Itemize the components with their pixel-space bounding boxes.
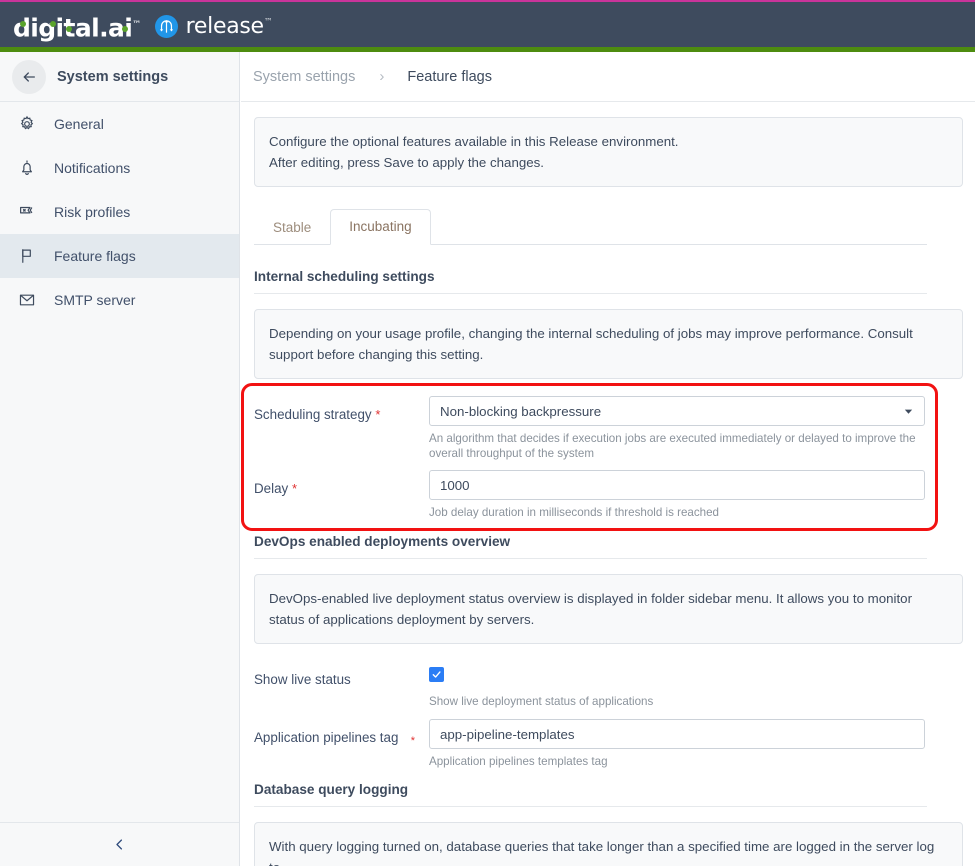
delay-value: 1000 — [440, 477, 470, 493]
product-text: release — [185, 14, 264, 40]
breadcrumb: System settings › Feature flags — [241, 52, 975, 102]
application-pipelines-tag-hint: Application pipelines templates tag — [429, 755, 608, 768]
brand-logo[interactable]: digital.ai™ release™ — [13, 10, 273, 43]
product-wordmark: release™ — [186, 14, 273, 39]
envelope-icon — [18, 291, 42, 309]
product-trademark: ™ — [263, 17, 273, 28]
sidebar-item-risk-profiles[interactable]: Risk profiles — [0, 190, 239, 234]
logo-dot-3 — [66, 26, 72, 32]
scheduling-info-box: Depending on your usage profile, changin… — [254, 309, 963, 379]
section-title-database-query-logging: Database query logging — [254, 782, 927, 807]
field-show-live-status: Show live status Show live deployment st… — [254, 661, 963, 709]
application-pipelines-tag-label: Application pipelines tag * — [254, 719, 429, 769]
scheduling-strategy-select[interactable]: Non-blocking backpressure — [429, 396, 925, 426]
scheduling-strategy-label-text: Scheduling strategy — [254, 407, 372, 422]
intro-line-1: Configure the optional features availabl… — [269, 134, 679, 149]
sidebar-header: System settings — [0, 52, 239, 102]
breadcrumb-separator-icon: › — [379, 68, 385, 85]
logo-dot-1 — [20, 21, 26, 27]
sidebar-item-general[interactable]: General — [0, 102, 239, 146]
flag-icon — [18, 247, 42, 265]
sidebar-item-notifications[interactable]: Notifications — [0, 146, 239, 190]
intro-line-2: After editing, press Save to apply the c… — [269, 155, 544, 170]
required-asterisk: * — [410, 735, 415, 747]
sidebar-item-label: Risk profiles — [54, 204, 131, 220]
application-pipelines-tag-label-text: Application pipelines tag — [254, 730, 399, 745]
delay-control: 1000 Job delay duration in milliseconds … — [429, 470, 963, 520]
chevron-left-icon — [116, 839, 123, 850]
top-header-bar: digital.ai™ release™ — [0, 0, 975, 47]
required-asterisk: * — [291, 481, 298, 496]
field-delay: Delay * 1000 Job delay duration in milli… — [254, 470, 963, 520]
sidebar-item-label: SMTP server — [54, 292, 136, 308]
intro-info-box: Configure the optional features availabl… — [254, 117, 963, 187]
breadcrumb-current: Feature flags — [407, 68, 492, 85]
tab-stable[interactable]: Stable — [254, 210, 330, 245]
scheduling-strategy-label: Scheduling strategy * — [254, 396, 429, 461]
logo-dot-4 — [122, 26, 128, 32]
field-application-pipelines-tag: Application pipelines tag * app-pipeline… — [254, 719, 963, 769]
database-query-logging-info-box: With query logging turned on, database q… — [254, 822, 963, 866]
show-live-status-hint: Show live deployment status of applicati… — [429, 695, 654, 708]
show-live-status-label: Show live status — [254, 672, 351, 687]
scheduling-strategy-hint: An algorithm that decides if execution j… — [429, 432, 916, 460]
delay-label: Delay * — [254, 470, 429, 520]
sidebar-item-feature-flags[interactable]: Feature flags — [0, 234, 239, 278]
sidebar-item-label: Notifications — [54, 160, 131, 176]
sidebar-item-label: General — [54, 116, 104, 132]
arrow-left-icon — [23, 71, 35, 82]
show-live-status-checkbox[interactable] — [429, 667, 444, 682]
show-live-status-control: Show live deployment status of applicati… — [429, 661, 963, 709]
risk-flag-icon — [18, 203, 42, 221]
required-asterisk: * — [375, 407, 381, 422]
delay-input[interactable]: 1000 — [429, 470, 925, 500]
field-scheduling-strategy: Scheduling strategy * Non-blocking backp… — [254, 396, 963, 461]
bell-icon — [18, 159, 42, 177]
delay-label-text: Delay — [254, 481, 289, 496]
chevron-down-icon — [904, 409, 913, 414]
brand-text: digital.ai — [13, 13, 133, 43]
back-button[interactable] — [12, 59, 46, 94]
check-icon — [432, 671, 441, 678]
settings-sidebar: System settings General Notifications Ri… — [0, 52, 240, 866]
sidebar-item-label: Feature flags — [54, 248, 136, 264]
brand-trademark: ™ — [132, 20, 141, 30]
application-pipelines-tag-control: app-pipeline-templates Application pipel… — [429, 719, 963, 769]
main-content: System settings › Feature flags Configur… — [241, 52, 975, 866]
sidebar-item-smtp-server[interactable]: SMTP server — [0, 278, 239, 322]
tab-incubating[interactable]: Incubating — [330, 209, 431, 245]
application-pipelines-tag-input[interactable]: app-pipeline-templates — [429, 719, 925, 749]
delay-hint: Job delay duration in milliseconds if th… — [429, 506, 720, 519]
release-compass-icon — [154, 15, 178, 39]
logo-dot-2 — [50, 21, 56, 27]
section-title-devops: DevOps enabled deployments overview — [254, 534, 927, 559]
sidebar-collapse-button[interactable] — [0, 822, 239, 866]
feature-flag-tabs: Stable Incubating — [254, 208, 963, 245]
devops-info-box: DevOps-enabled live deployment status ov… — [254, 574, 963, 644]
gear-icon — [18, 115, 42, 133]
brand-wordmark: digital.ai™ — [13, 10, 141, 43]
section-title-scheduling: Internal scheduling settings — [254, 269, 927, 294]
scheduling-strategy-value: Non-blocking backpressure — [440, 403, 602, 419]
page-body: Configure the optional features availabl… — [241, 102, 975, 866]
sidebar-title: System settings — [57, 68, 169, 85]
scheduling-strategy-control: Non-blocking backpressure An algorithm t… — [429, 396, 963, 461]
app-root: digital.ai™ release™ System settings Gen… — [0, 0, 975, 866]
application-pipelines-tag-value: app-pipeline-templates — [440, 726, 575, 742]
breadcrumb-parent[interactable]: System settings — [253, 69, 355, 85]
